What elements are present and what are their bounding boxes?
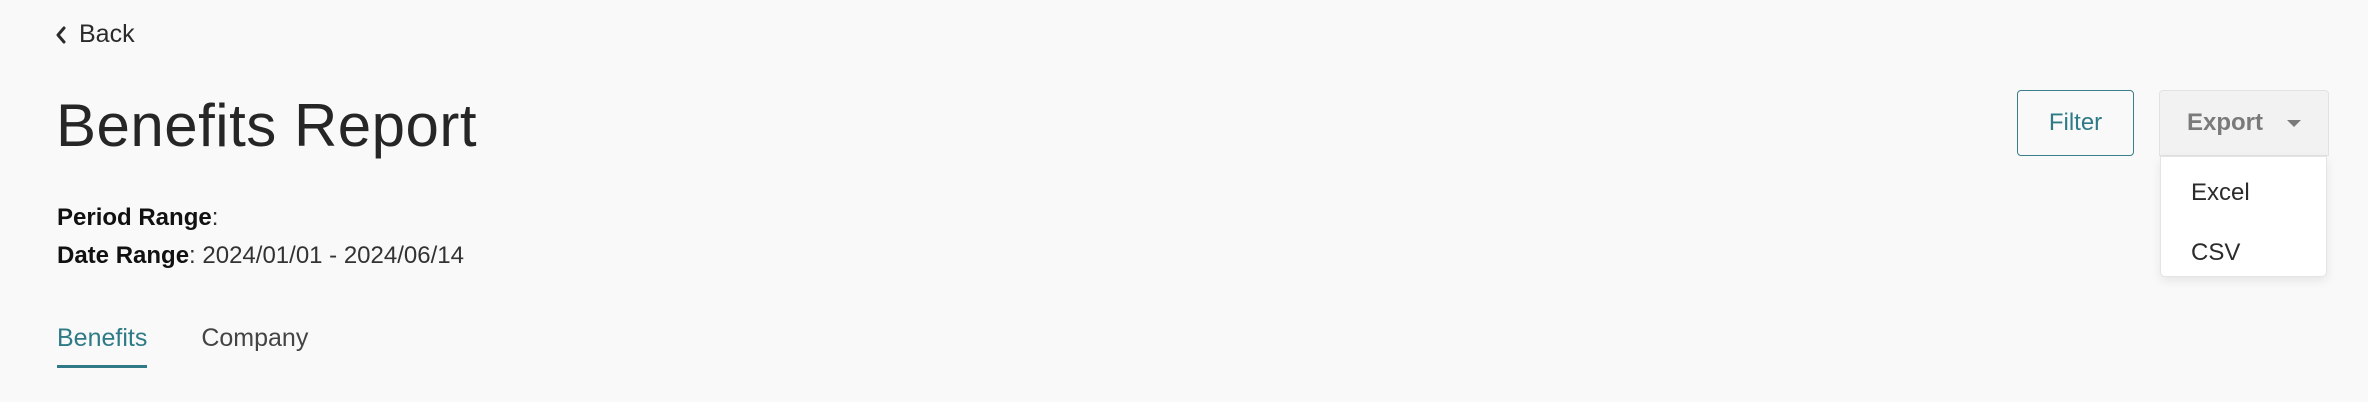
export-option-excel[interactable]: Excel <box>2161 169 2326 217</box>
date-range-value: 2024/01/01 - 2024/06/14 <box>202 242 464 269</box>
report-tabs: Benefits Company <box>57 324 308 368</box>
tab-benefits[interactable]: Benefits <box>57 324 148 368</box>
page-title: Benefits Report <box>56 92 478 159</box>
filter-button[interactable]: Filter <box>2017 90 2134 156</box>
caret-down-icon <box>2287 119 2301 127</box>
period-range-label: Period Range <box>57 204 212 231</box>
benefits-report-page: Back Benefits Report Period Range: Date … <box>0 0 2368 402</box>
back-label: Back <box>79 20 135 48</box>
export-dropdown-menu: Excel CSV <box>2160 156 2327 277</box>
chevron-left-icon <box>56 26 66 43</box>
period-range: Period Range: <box>57 204 219 231</box>
export-label: Export <box>2186 109 2263 136</box>
date-range-label: Date Range <box>57 242 190 269</box>
export-button[interactable]: Export <box>2159 90 2329 156</box>
export-option-csv[interactable]: CSV <box>2161 229 2326 277</box>
date-range: Date Range: 2024/01/01 - 2024/06/14 <box>57 242 464 269</box>
tab-company[interactable]: Company <box>201 324 308 368</box>
back-link[interactable]: Back <box>55 20 135 49</box>
